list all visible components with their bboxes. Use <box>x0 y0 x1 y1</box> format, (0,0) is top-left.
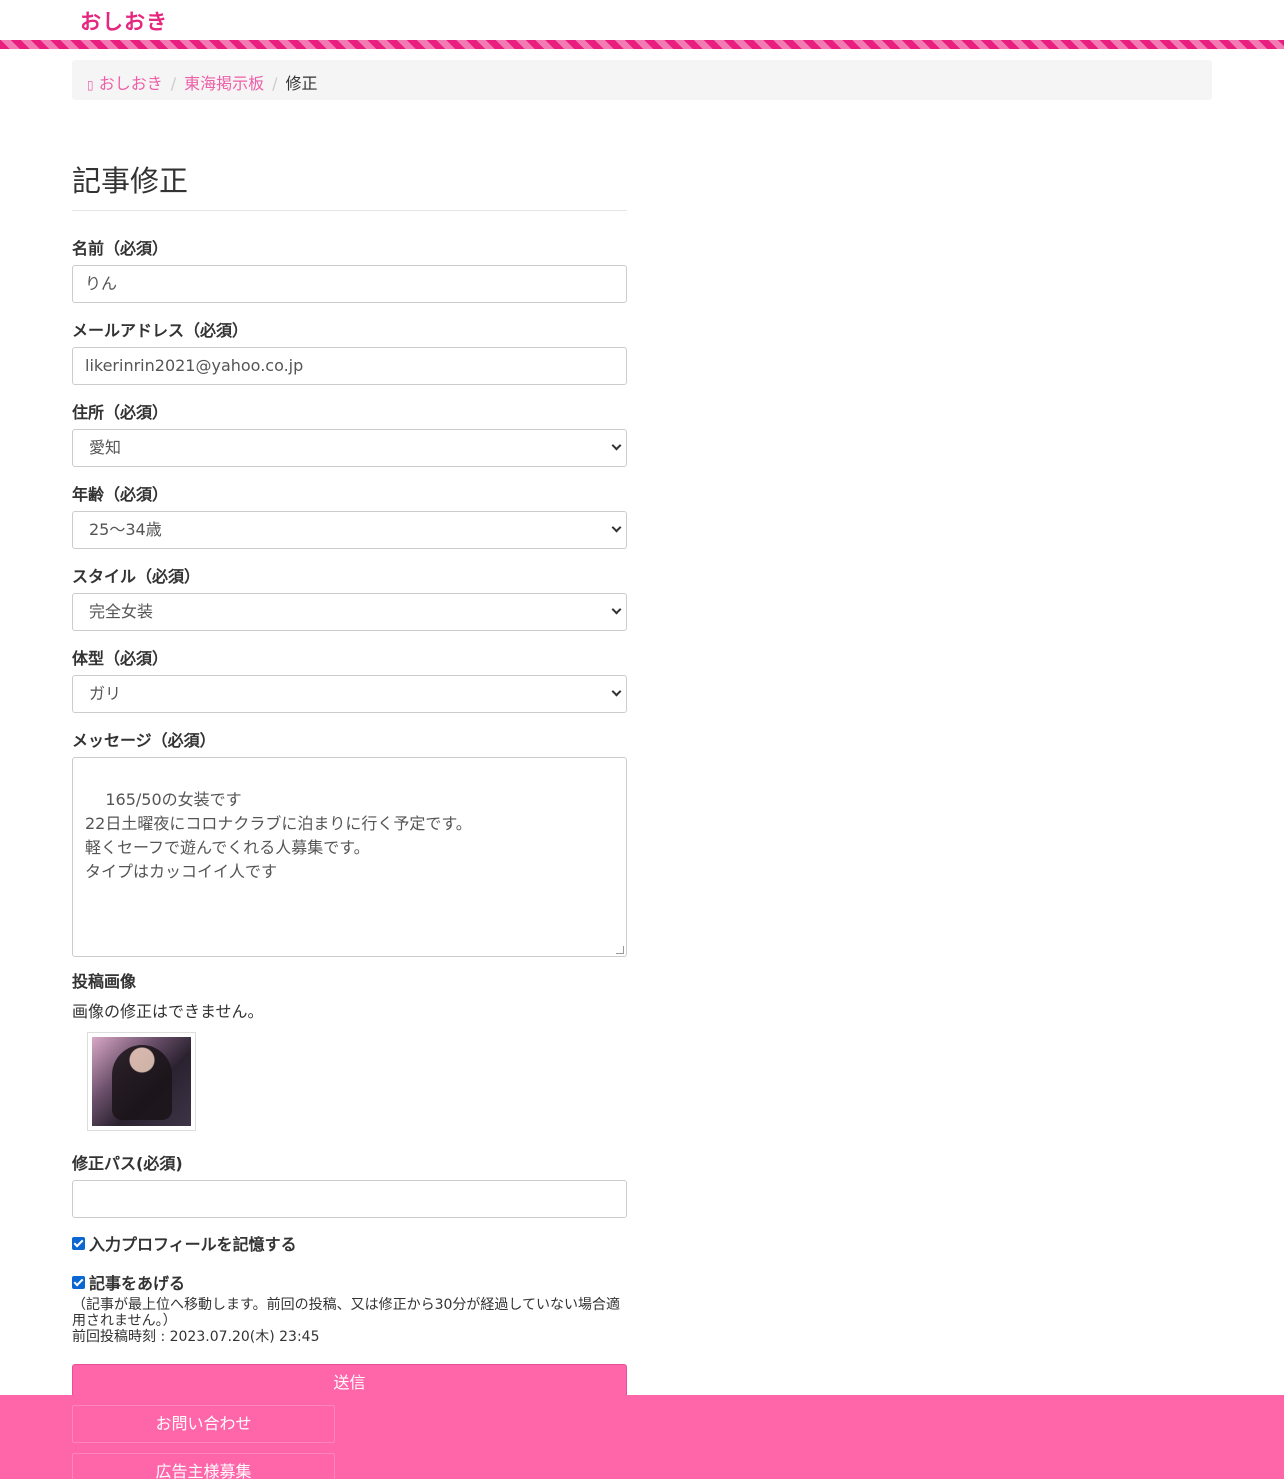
body-type-select[interactable]: ガリ <box>72 675 627 713</box>
chevron-down-icon <box>610 685 622 701</box>
resize-handle[interactable] <box>616 946 624 954</box>
address-select[interactable]: 愛知 <box>72 429 627 467</box>
checkbox-checked-icon[interactable] <box>72 1236 85 1250</box>
remember-profile-label: 入力プロフィールを記憶する <box>89 1235 297 1254</box>
image-label: 投稿画像 <box>72 972 137 991</box>
address-select-value: 愛知 <box>89 438 122 457</box>
body-type-select-value: ガリ <box>89 684 122 703</box>
image-note: 画像の修正はできません。 <box>72 1002 264 1021</box>
bump-note: （記事が最上位へ移動します。前回の投稿、又は修正から30分が経過していない場合適… <box>72 1297 620 1329</box>
name-input[interactable]: りん <box>72 265 627 303</box>
chevron-down-icon <box>610 521 622 537</box>
message-textarea[interactable]: 165/50の女装です 22日土曜夜にコロナクラブに泊まりに行く予定です。 軽く… <box>72 757 627 957</box>
breadcrumb: ▯ おしおき / 東海掲示板 / 修正 <box>72 60 1212 100</box>
contact-link[interactable]: お問い合わせ <box>72 1405 335 1443</box>
body-type-label: 体型（必須） <box>72 649 169 668</box>
last-post-time: 前回投稿時刻 : 2023.07.20(木) 23:45 <box>72 1329 320 1345</box>
breadcrumb-separator: / <box>170 74 177 93</box>
post-image <box>92 1037 191 1126</box>
page-title: 記事修正 <box>72 150 627 211</box>
edit-form: 記事修正 名前（必須） りん メールアドレス（必須） likerinrin202… <box>72 150 627 1402</box>
remember-profile-checkbox[interactable]: 入力プロフィールを記憶する <box>72 1232 627 1254</box>
checkbox-checked-icon[interactable] <box>72 1275 85 1289</box>
email-label: メールアドレス（必須） <box>72 321 249 340</box>
chevron-down-icon <box>610 439 622 455</box>
style-select-value: 完全女装 <box>89 602 154 621</box>
site-footer: お問い合わせ 広告主様募集 <box>0 1395 1284 1479</box>
breadcrumb-board[interactable]: 東海掲示板 <box>184 74 264 93</box>
style-select[interactable]: 完全女装 <box>72 593 627 631</box>
message-text: 165/50の女装です 22日土曜夜にコロナクラブに泊まりに行く予定です。 軽く… <box>85 790 472 881</box>
breadcrumb-separator: / <box>272 74 278 93</box>
address-label: 住所（必須） <box>72 403 169 422</box>
breadcrumb-home[interactable]: おしおき <box>99 74 163 93</box>
password-input[interactable] <box>72 1180 627 1218</box>
message-label: メッセージ（必須） <box>72 731 216 750</box>
breadcrumb-current: 修正 <box>285 74 318 93</box>
site-logo[interactable]: おしおき <box>80 6 168 36</box>
chevron-down-icon <box>610 603 622 619</box>
post-image-thumbnail[interactable] <box>87 1032 196 1131</box>
advertiser-link[interactable]: 広告主様募集 <box>72 1453 335 1479</box>
name-label: 名前（必須） <box>72 239 169 258</box>
style-label: スタイル（必須） <box>72 567 201 586</box>
age-select[interactable]: 25～34歳 <box>72 511 627 549</box>
password-label: 修正パス(必須) <box>72 1154 183 1173</box>
email-input[interactable]: likerinrin2021@yahoo.co.jp <box>72 347 627 385</box>
bump-post-checkbox[interactable]: 記事をあげる <box>72 1271 627 1293</box>
age-label: 年齢（必須） <box>72 485 169 504</box>
bump-post-label: 記事をあげる <box>89 1274 186 1293</box>
header-stripe <box>0 40 1284 49</box>
home-icon[interactable]: ▯ <box>87 78 94 92</box>
age-select-value: 25～34歳 <box>89 520 162 539</box>
site-header: おしおき <box>0 0 1284 40</box>
